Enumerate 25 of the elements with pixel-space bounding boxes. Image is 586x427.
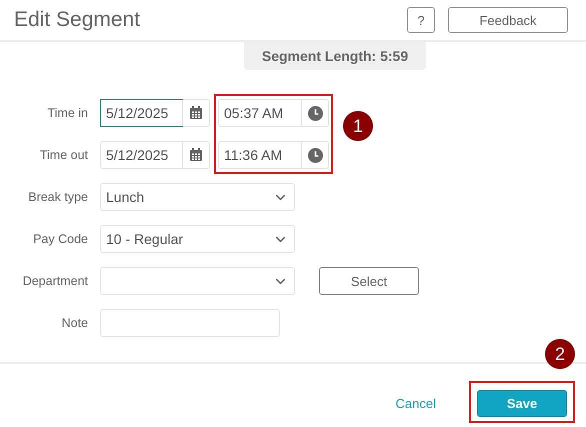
time-field[interactable]: 11:36 AM bbox=[218, 141, 329, 169]
calendar-icon bbox=[189, 148, 203, 162]
dropdown[interactable]: Lunch bbox=[100, 183, 295, 211]
date-field[interactable]: 5/12/2025 bbox=[100, 141, 210, 169]
field-label: Break type bbox=[27, 190, 88, 204]
field-label: Note bbox=[60, 316, 88, 330]
dropdown[interactable]: 10 - Regular bbox=[100, 225, 295, 253]
note-field[interactable] bbox=[100, 309, 280, 337]
step-number: 1 bbox=[343, 111, 373, 141]
field-label: Time in bbox=[46, 106, 88, 120]
calendar-icon bbox=[189, 106, 203, 120]
field-label: Pay Code bbox=[32, 232, 88, 246]
clock-icon bbox=[308, 106, 322, 120]
date-field[interactable]: 5/12/2025 bbox=[100, 99, 210, 127]
feedback-button[interactable]: Feedback bbox=[448, 7, 568, 33]
segment-length-badge: Segment Length: 5:59 bbox=[244, 42, 426, 70]
dropdown[interactable] bbox=[100, 267, 295, 295]
time-field[interactable]: 05:37 AM bbox=[218, 99, 329, 127]
clock-icon bbox=[308, 148, 322, 162]
step-number: 2 bbox=[545, 339, 575, 369]
help-button[interactable]: ? bbox=[407, 7, 435, 33]
field-label: Time out bbox=[38, 148, 88, 162]
dialog-title: Edit Segment bbox=[14, 8, 142, 32]
field-label: Department bbox=[22, 274, 88, 288]
select-button[interactable]: Select bbox=[319, 267, 419, 295]
